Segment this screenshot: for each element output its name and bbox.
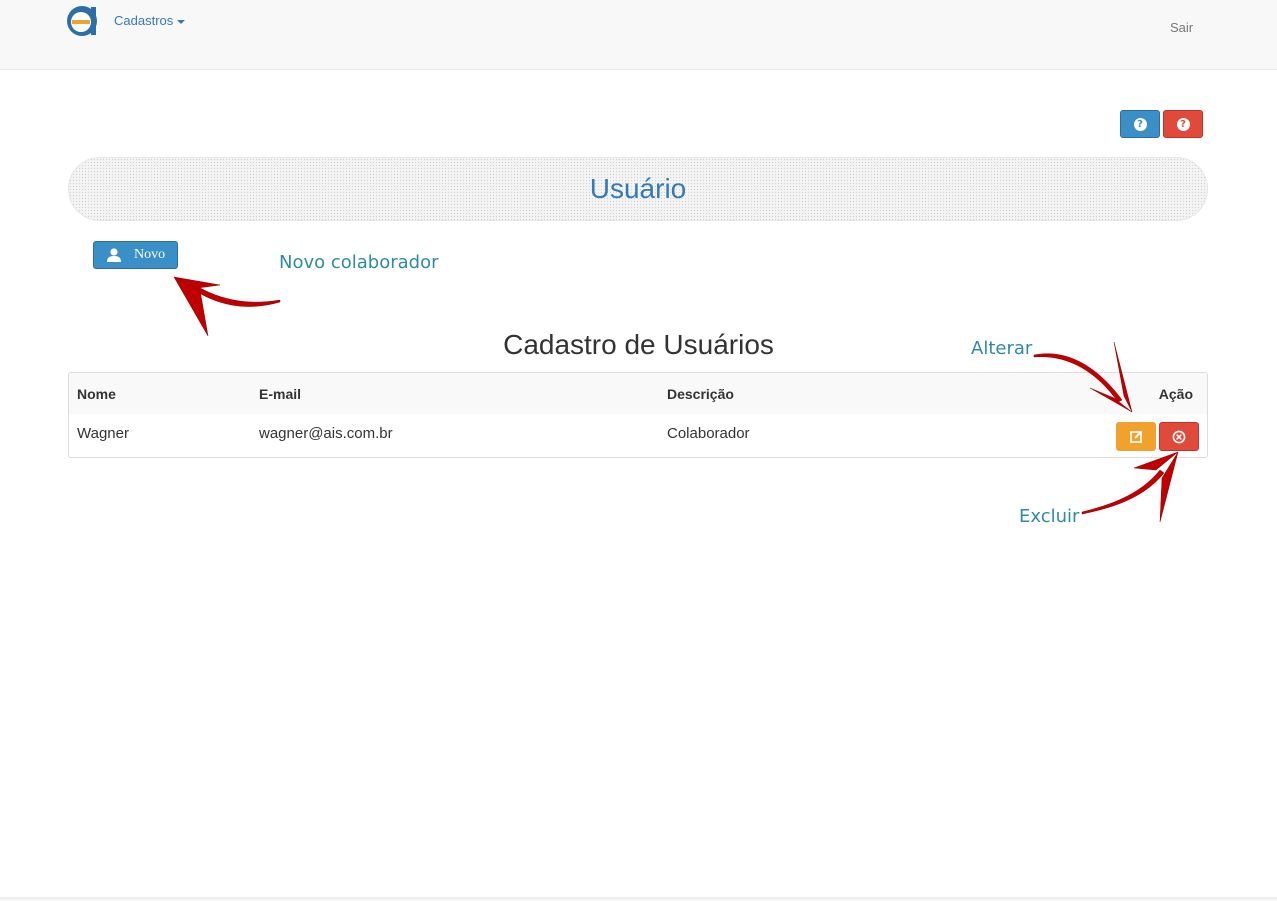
top-navbar: Cadastros Sair: [0, 0, 1277, 70]
header-email: E-mail: [259, 386, 302, 402]
remove-circle-icon: [1172, 430, 1186, 443]
cell-descricao: Colaborador: [667, 425, 750, 442]
app-logo-icon[interactable]: [66, 5, 98, 37]
new-user-button-label: Novo: [134, 247, 166, 262]
header-acao: Ação: [1158, 386, 1193, 402]
annotation-novo-colaborador: Novo colaborador: [279, 252, 439, 273]
table-row: Wagner wagner@ais.com.br Colaborador: [69, 414, 1207, 457]
cell-nome: Wagner: [77, 425, 129, 442]
caret-down-icon: [177, 19, 186, 24]
edit-icon: [1129, 430, 1142, 443]
logout-link[interactable]: Sair: [1170, 20, 1193, 35]
arrow-to-excluir: [1081, 451, 1179, 523]
question-circle-icon: ?: [1133, 117, 1147, 131]
cell-email: wagner@ais.com.br: [259, 425, 393, 442]
cadastros-menu[interactable]: Cadastros: [114, 13, 186, 28]
page-title-band: Usuário: [68, 157, 1208, 221]
header-descricao: Descrição: [667, 386, 734, 402]
page-title: Usuário: [589, 173, 687, 204]
annotation-alterar: Alterar: [971, 338, 1033, 359]
page-bottom-border: [0, 897, 1277, 901]
help-button-red[interactable]: ?: [1163, 110, 1203, 138]
new-user-button[interactable]: Novo: [93, 241, 178, 269]
edit-button[interactable]: [1116, 422, 1156, 451]
cadastros-menu-label: Cadastros: [114, 13, 174, 28]
help-button-blue[interactable]: ?: [1120, 110, 1160, 138]
section-title: Cadastro de Usuários: [503, 329, 774, 360]
arrow-to-novo: [173, 276, 281, 337]
annotation-excluir: Excluir: [1019, 506, 1080, 527]
user-icon: [107, 248, 121, 262]
header-nome: Nome: [77, 386, 116, 402]
table-header-row: Nome E-mail Descrição Ação: [69, 373, 1207, 414]
users-table: Nome E-mail Descrição Ação Wagner wagner…: [68, 372, 1208, 458]
delete-button[interactable]: [1159, 422, 1199, 451]
question-circle-icon: ?: [1176, 117, 1190, 131]
